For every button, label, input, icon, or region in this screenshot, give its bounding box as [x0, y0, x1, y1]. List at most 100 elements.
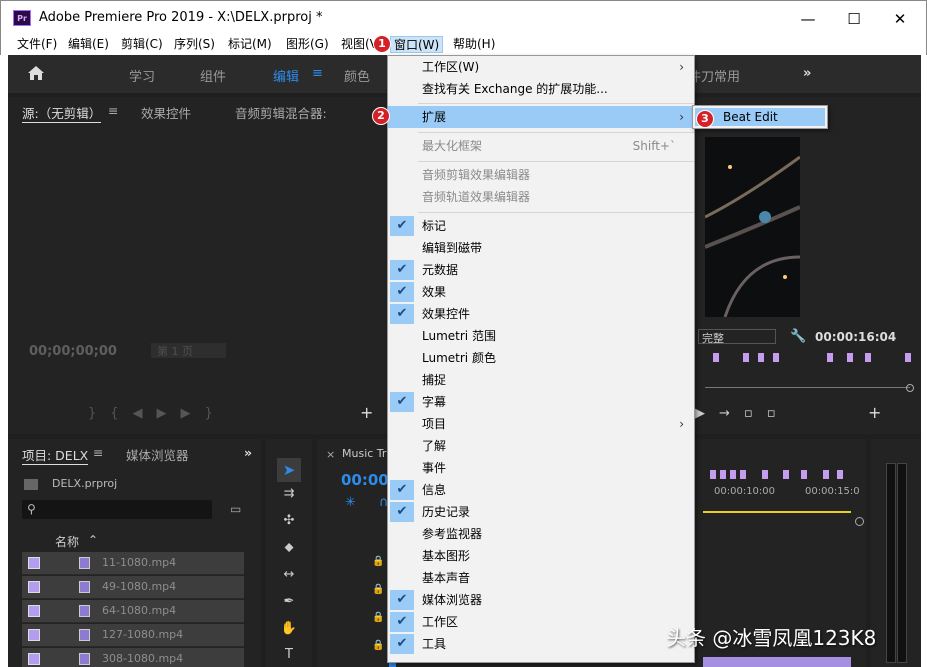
track-lock-icon[interactable]: 🔒: [372, 584, 384, 595]
home-icon[interactable]: [27, 65, 45, 81]
source-add-button-icon[interactable]: +: [360, 403, 373, 422]
program-marker[interactable]: [713, 353, 719, 362]
hand-tool-icon[interactable]: ✋: [277, 621, 301, 641]
zoom-handle[interactable]: [855, 517, 864, 526]
sequence-tab[interactable]: Music Tra: [342, 447, 393, 460]
window-menu-item[interactable]: ✔ 效果控件: [388, 303, 694, 325]
program-marker[interactable]: [827, 353, 833, 362]
track-lock-icon[interactable]: 🔒: [372, 640, 384, 651]
window-menu-item[interactable]: 参考监视器: [388, 523, 694, 545]
tab-project[interactable]: 项目: DELX: [22, 445, 89, 465]
window-menu-item[interactable]: 扩展 ›: [388, 106, 694, 128]
window-menu-item[interactable]: 基本图形: [388, 545, 694, 567]
menu-graphics[interactable]: 图形(G): [283, 36, 332, 53]
pen-tool-icon[interactable]: ✒: [277, 594, 301, 614]
timeline-marker[interactable]: [740, 470, 746, 479]
ripple-edit-tool-icon[interactable]: ✣: [277, 513, 301, 533]
timeline-marker[interactable]: [762, 470, 768, 479]
track-lock-icon[interactable]: 🔒: [372, 612, 384, 623]
tab-effect-controls[interactable]: 效果控件: [141, 103, 191, 122]
program-marker[interactable]: [847, 353, 853, 362]
window-menu-item[interactable]: 项目 ›: [388, 413, 694, 435]
menu-file[interactable]: 文件(F): [14, 36, 60, 53]
tab-audio-clip-mixer[interactable]: 音频剪辑混合器:: [235, 103, 327, 122]
window-menu-item[interactable]: ✔ 媒体浏览器: [388, 589, 694, 611]
timeline-marker[interactable]: [783, 470, 789, 479]
snap-icon[interactable]: ✳: [345, 495, 356, 510]
source-panel-menu-icon[interactable]: ≡: [108, 103, 118, 118]
program-add-button-icon[interactable]: +: [868, 403, 881, 422]
timeline-marker[interactable]: [823, 470, 829, 479]
window-menu-item[interactable]: 捕捉: [388, 369, 694, 391]
menu-window[interactable]: 窗口(W): [390, 36, 444, 53]
workspace-tab-assembly[interactable]: 组件: [200, 66, 226, 85]
more-panels-icon[interactable]: »: [244, 445, 252, 460]
window-menu-item[interactable]: 事件: [388, 457, 694, 479]
close-tab-icon[interactable]: ×: [326, 448, 335, 461]
window-menu-item[interactable]: 了解: [388, 435, 694, 457]
window-menu-item[interactable]: ✔ 字幕: [388, 391, 694, 413]
window-menu-item[interactable]: ✔ 工作区: [388, 611, 694, 633]
close-button[interactable]: ✕: [877, 7, 923, 31]
timeline-marker[interactable]: [730, 470, 736, 479]
window-menu-item[interactable]: ✔ 元数据: [388, 259, 694, 281]
window-menu-item[interactable]: ✔ 标记: [388, 215, 694, 237]
timeline-marker[interactable]: [720, 470, 726, 479]
audio-clip[interactable]: [703, 657, 851, 667]
menu-clip[interactable]: 剪辑(C): [118, 36, 166, 53]
workspace-menu-icon[interactable]: ≡: [312, 66, 323, 81]
playback-resolution-select[interactable]: 完整: [698, 329, 776, 345]
project-list-item[interactable]: 308-1080.mp4: [22, 648, 244, 667]
window-menu-item[interactable]: Lumetri 范围: [388, 325, 694, 347]
work-area-bar[interactable]: [703, 511, 851, 513]
menu-sequence[interactable]: 序列(S): [171, 36, 218, 53]
project-list-item[interactable]: 49-1080.mp4: [22, 576, 244, 599]
wrench-icon[interactable]: 🔧: [790, 329, 806, 344]
project-list-item[interactable]: 11-1080.mp4: [22, 552, 244, 575]
tab-media-browser[interactable]: 媒体浏览器: [126, 445, 189, 464]
program-transport-controls[interactable]: ▶→▫▫: [695, 406, 790, 421]
track-lock-icon[interactable]: 🔒: [372, 556, 384, 567]
program-marker[interactable]: [905, 353, 911, 362]
workspace-tab-editing[interactable]: 编辑: [273, 66, 299, 85]
window-menu-item[interactable]: ✔ 效果: [388, 281, 694, 303]
project-panel-menu-icon[interactable]: ≡: [93, 445, 103, 460]
program-marker[interactable]: [743, 353, 749, 362]
source-transport-controls[interactable]: }{◀▶▶}: [88, 406, 227, 421]
workspace-tab-color[interactable]: 颜色: [344, 66, 370, 85]
program-marker[interactable]: [865, 353, 871, 362]
window-menu-item[interactable]: ✔ 工具: [388, 633, 694, 655]
workspace-tab-learn[interactable]: 学习: [129, 66, 155, 85]
timeline-marker[interactable]: [837, 470, 843, 479]
project-list-item[interactable]: 64-1080.mp4: [22, 600, 244, 623]
project-search-input[interactable]: ⚲: [22, 500, 212, 519]
window-menu-item[interactable]: 工作区(W) ›: [388, 56, 694, 78]
workspace-tab-custom[interactable]: 件刀常用: [688, 66, 740, 85]
selection-tool-icon[interactable]: ➤: [277, 458, 301, 482]
window-menu-item[interactable]: 基本声音: [388, 567, 694, 589]
window-menu-item[interactable]: Lumetri 颜色: [388, 347, 694, 369]
page-selector[interactable]: 第 1 页: [151, 343, 226, 358]
menu-edit[interactable]: 编辑(E): [65, 36, 112, 53]
track-select-tool-icon[interactable]: ⇉: [277, 486, 301, 506]
program-scrub-bar[interactable]: [705, 387, 910, 388]
tab-source[interactable]: 源:（无剪辑）: [22, 103, 102, 123]
name-column-header[interactable]: 名称: [55, 533, 79, 550]
menu-marker[interactable]: 标记(M): [225, 36, 275, 53]
sort-ascending-icon[interactable]: ⌃: [88, 533, 98, 547]
more-workspaces-icon[interactable]: »: [803, 66, 811, 81]
window-menu-item[interactable]: ✔ 历史记录: [388, 501, 694, 523]
program-marker[interactable]: [773, 353, 779, 362]
beat-edit-menu-item[interactable]: Beat Edit: [723, 110, 778, 124]
maximize-button[interactable]: ☐: [831, 7, 877, 31]
timeline-marker[interactable]: [710, 470, 716, 479]
razor-tool-icon[interactable]: ⬥: [277, 540, 301, 560]
scrub-end-handle[interactable]: [906, 384, 914, 392]
slip-tool-icon[interactable]: ↔: [277, 567, 301, 587]
program-marker[interactable]: [758, 353, 764, 362]
type-tool-icon[interactable]: T: [277, 647, 301, 667]
window-menu-item[interactable]: 编辑到磁带: [388, 237, 694, 259]
minimize-button[interactable]: —: [785, 7, 831, 31]
window-menu-item[interactable]: 查找有关 Exchange 的扩展功能...: [388, 78, 694, 100]
project-list-item[interactable]: 127-1080.mp4: [22, 624, 244, 647]
